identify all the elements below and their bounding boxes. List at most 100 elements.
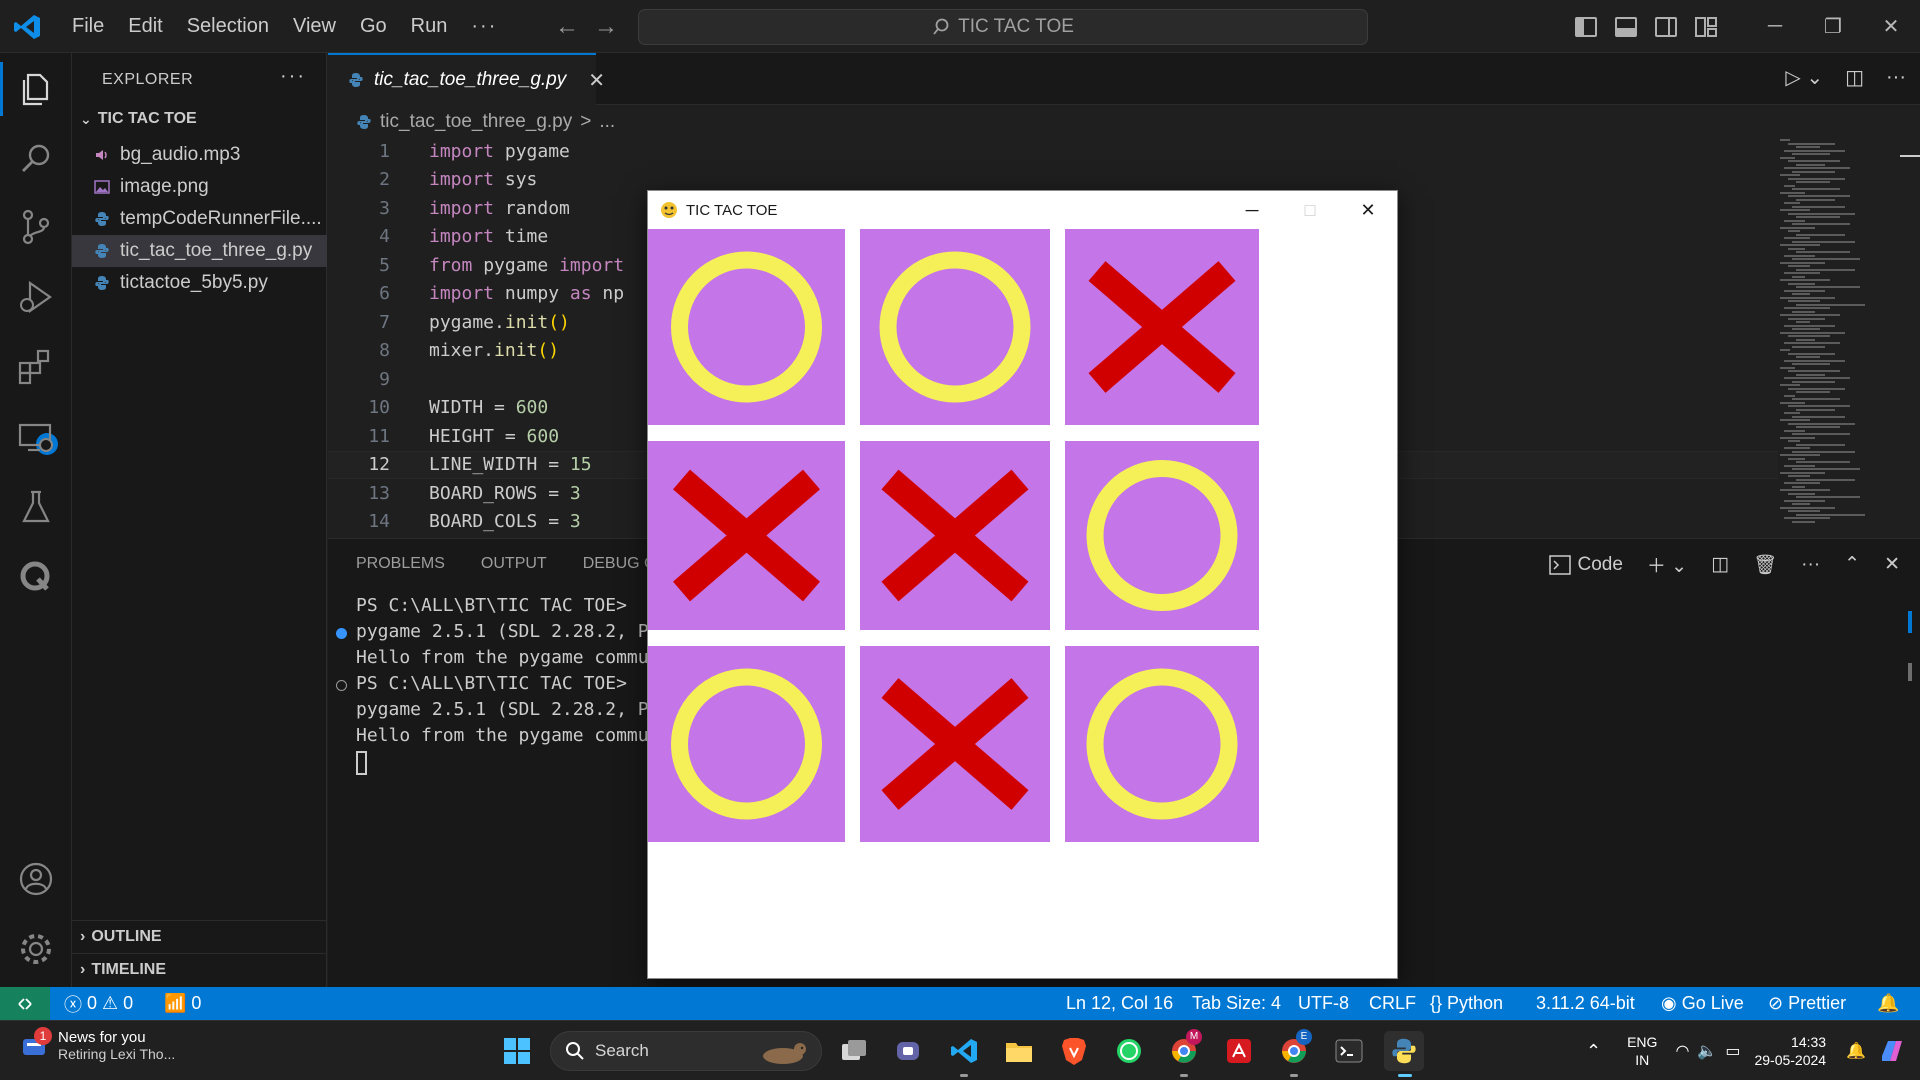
settings-gear-icon[interactable] xyxy=(14,927,58,971)
file-item-image[interactable]: image.png xyxy=(72,171,327,203)
trash-icon[interactable]: 🗑 xyxy=(1753,553,1777,577)
pygame-close-button[interactable]: ✕ xyxy=(1339,191,1397,229)
split-editor-icon[interactable]: ◫ xyxy=(1845,65,1864,90)
board-cell[interactable] xyxy=(1065,441,1259,630)
terminal-app-icon[interactable] xyxy=(1329,1031,1369,1071)
new-terminal-icon[interactable]: ＋ ⌄ xyxy=(1647,551,1687,578)
explorer-more-button[interactable]: ··· xyxy=(280,65,306,88)
tab-problems[interactable]: PROBLEMS xyxy=(356,555,445,573)
back-arrow-icon[interactable]: ← xyxy=(555,13,579,41)
file-item-bg-audio[interactable]: bg_audio.mp3 xyxy=(72,139,327,171)
adobe-acrobat-icon[interactable] xyxy=(1219,1031,1259,1071)
chrome-profile-1-icon[interactable]: M xyxy=(1164,1029,1204,1071)
notification-bell-icon[interactable]: 🔔 xyxy=(1846,1041,1866,1061)
explorer-icon[interactable] xyxy=(14,67,58,111)
python-app-icon[interactable] xyxy=(1384,1031,1424,1071)
cursor-position[interactable]: Ln 12, Col 16 xyxy=(1066,987,1173,1020)
source-control-icon[interactable] xyxy=(14,205,58,249)
more-actions-icon[interactable]: ··· xyxy=(1886,66,1906,89)
input-language[interactable]: ENG IN xyxy=(1627,1033,1657,1069)
editor-scrollbar[interactable] xyxy=(1900,137,1920,537)
language-mode[interactable]: {} Python xyxy=(1430,987,1503,1020)
maximize-panel-icon[interactable]: ⌃ xyxy=(1844,553,1860,576)
restore-button[interactable]: ❐ xyxy=(1804,14,1862,39)
quokka-icon[interactable] xyxy=(14,555,58,599)
problems-indicator[interactable]: ⓧ 0 ⚠ 0 xyxy=(64,987,133,1020)
news-widget[interactable]: 1 News for you Retiring Lexi Tho... xyxy=(20,1026,175,1062)
customize-layout-icon[interactable] xyxy=(1695,16,1717,37)
tab-output[interactable]: OUTPUT xyxy=(481,555,547,573)
windows-start-icon[interactable] xyxy=(497,1031,537,1071)
minimize-button[interactable]: ─ xyxy=(1746,15,1804,38)
close-button[interactable]: ✕ xyxy=(1862,14,1920,39)
menu-edit[interactable]: Edit xyxy=(116,15,174,38)
close-panel-icon[interactable]: ✕ xyxy=(1884,553,1900,576)
breadcrumb-file[interactable]: tic_tac_toe_three_g.py xyxy=(380,111,572,133)
file-explorer-icon[interactable] xyxy=(999,1031,1039,1071)
taskbar-search[interactable]: Search xyxy=(550,1031,822,1071)
chevron-up-icon[interactable]: ⌃ xyxy=(1586,1041,1601,1062)
notifications-bell-icon[interactable]: 🔔 xyxy=(1877,987,1899,1020)
pygame-minimize-button[interactable]: ─ xyxy=(1223,191,1281,229)
breadcrumb-more[interactable]: ... xyxy=(599,111,615,133)
menu-selection[interactable]: Selection xyxy=(175,15,281,38)
tab-size[interactable]: Tab Size: 4 xyxy=(1192,987,1281,1020)
board-cell[interactable] xyxy=(860,229,1050,425)
copilot-icon[interactable] xyxy=(1876,1036,1906,1066)
menu-go[interactable]: Go xyxy=(348,15,399,38)
forward-arrow-icon[interactable]: → xyxy=(594,13,618,41)
tab-close-icon[interactable]: ✕ xyxy=(588,68,605,93)
brave-browser-icon[interactable] xyxy=(1054,1031,1094,1071)
remote-explorer-icon[interactable] xyxy=(14,415,58,459)
toggle-primary-sidebar-icon[interactable] xyxy=(1575,16,1597,37)
outline-section[interactable]: › OUTLINE xyxy=(72,920,327,953)
vscode-taskbar-icon[interactable] xyxy=(944,1031,984,1071)
testing-icon[interactable] xyxy=(14,485,58,529)
teams-chat-icon[interactable] xyxy=(889,1031,929,1071)
run-python-file-icon[interactable]: ▷ ⌄ xyxy=(1785,65,1823,90)
menu-run[interactable]: Run xyxy=(399,15,460,38)
split-terminal-icon[interactable]: ◫ xyxy=(1711,553,1729,576)
whatsapp-icon[interactable] xyxy=(1109,1031,1149,1071)
more-actions-icon[interactable]: ··· xyxy=(1801,554,1820,576)
file-item-tictactoe-5by5[interactable]: tictactoe_5by5.py xyxy=(72,267,327,299)
battery-icon[interactable]: ▭ xyxy=(1725,1041,1740,1061)
board-cell[interactable] xyxy=(860,441,1050,630)
wifi-icon[interactable]: ◠ xyxy=(1675,1041,1689,1061)
encoding[interactable]: UTF-8 xyxy=(1298,987,1349,1020)
python-interpreter[interactable]: 3.11.2 64-bit xyxy=(1536,987,1635,1020)
end-of-line[interactable]: CRLF xyxy=(1369,987,1416,1020)
chrome-profile-2-icon[interactable]: E xyxy=(1274,1029,1314,1071)
board-cell[interactable] xyxy=(1065,646,1259,842)
menu-file[interactable]: File xyxy=(60,15,116,38)
ports-indicator[interactable]: 📶 0 xyxy=(164,987,201,1020)
extensions-icon[interactable] xyxy=(14,345,58,389)
board-cell[interactable] xyxy=(648,441,845,630)
terminal-output[interactable]: PS C:\ALL\BT\TIC TAC TOE> pygame 2.5.1 (… xyxy=(336,595,649,775)
task-view-icon[interactable] xyxy=(834,1031,874,1071)
run-and-debug-icon[interactable] xyxy=(14,275,58,319)
board-cell[interactable] xyxy=(648,646,845,842)
pygame-window[interactable]: TIC TAC TOE ─ □ ✕ xyxy=(647,190,1398,979)
minimap[interactable] xyxy=(1780,137,1880,537)
tab-tic-tac-toe-three-g[interactable]: tic_tac_toe_three_g.py ✕ xyxy=(328,53,605,105)
go-live-button[interactable]: ◉ Go Live xyxy=(1661,987,1744,1020)
menu-more-button[interactable]: ··· xyxy=(459,15,509,38)
clock[interactable]: 14:33 29-05-2024 xyxy=(1754,1033,1826,1069)
file-item-temp-code-runner[interactable]: tempCodeRunnerFile.... xyxy=(72,203,327,235)
board-cell[interactable] xyxy=(860,646,1050,842)
remote-indicator[interactable] xyxy=(0,987,50,1020)
toggle-panel-icon[interactable] xyxy=(1615,16,1637,37)
file-item-tic-tac-toe-three-g[interactable]: tic_tac_toe_three_g.py xyxy=(72,235,327,267)
game-board[interactable] xyxy=(648,229,1397,978)
board-cell[interactable] xyxy=(1065,229,1259,425)
terminal-selector[interactable]: Code xyxy=(1549,554,1623,576)
prettier-button[interactable]: ⊘ Prettier xyxy=(1768,987,1846,1020)
command-center-search[interactable]: TIC TAC TOE xyxy=(638,9,1368,45)
board-cell[interactable] xyxy=(648,229,845,425)
search-icon[interactable] xyxy=(14,137,58,181)
folder-header[interactable]: ⌄ TIC TAC TOE xyxy=(80,110,197,128)
menu-view[interactable]: View xyxy=(281,15,348,38)
timeline-section[interactable]: › TIMELINE xyxy=(72,953,327,986)
toggle-secondary-sidebar-icon[interactable] xyxy=(1655,16,1677,37)
